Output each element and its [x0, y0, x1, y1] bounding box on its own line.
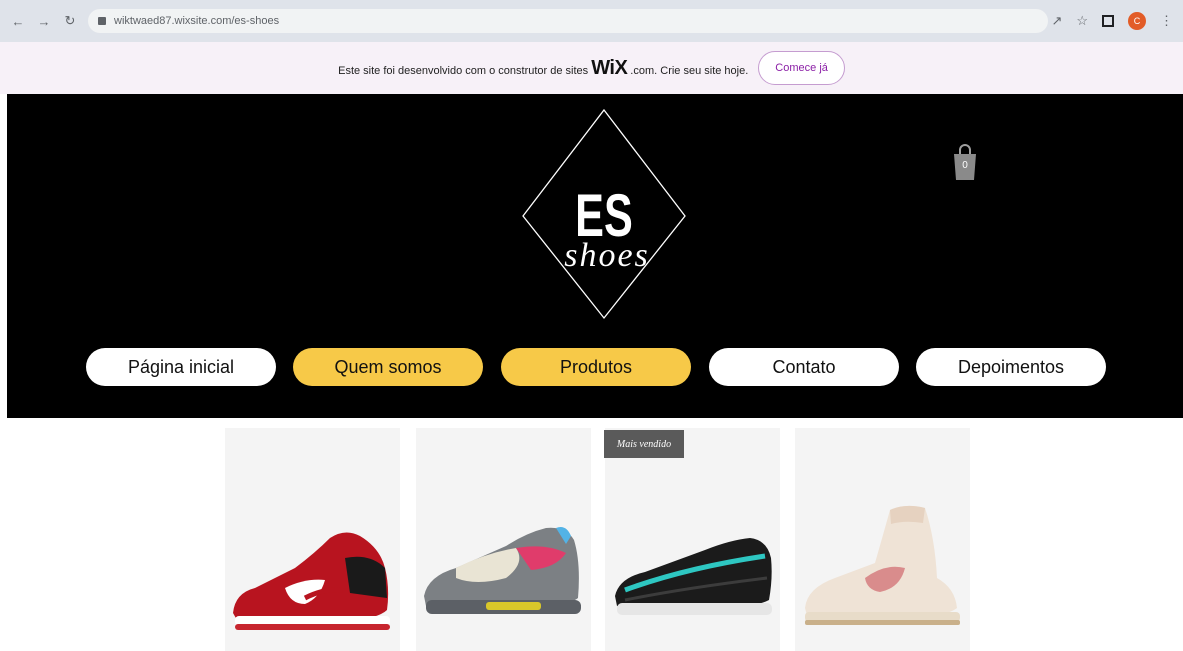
product-card[interactable] — [416, 428, 591, 651]
star-icon[interactable]: ☆ — [1076, 13, 1088, 29]
url-text: wiktwaed87.wixsite.com/es-shoes — [114, 15, 280, 27]
wix-logo[interactable]: WiX — [591, 57, 628, 80]
menu-icon[interactable]: ⋮ — [1160, 13, 1173, 29]
wix-banner-text: Este site foi desenvolvido com o constru… — [338, 56, 749, 80]
nav-item-depoimentos[interactable]: Depoimentos — [916, 348, 1106, 386]
best-seller-badge: Mais vendido — [604, 430, 684, 458]
main-nav: Página inicial Quem somos Produtos Conta… — [7, 348, 1183, 386]
product-image — [805, 505, 960, 625]
back-icon[interactable]: ← — [8, 11, 28, 31]
product-card[interactable] — [795, 428, 970, 651]
start-now-button[interactable]: Comece já — [758, 51, 845, 85]
reload-icon[interactable]: ↻ — [60, 11, 80, 31]
lock-icon — [98, 17, 106, 25]
site-logo[interactable]: ES shoes — [519, 108, 689, 320]
nav-item-contato[interactable]: Contato — [709, 348, 899, 386]
product-card[interactable] — [605, 428, 780, 651]
profile-avatar[interactable]: C — [1128, 12, 1146, 30]
nav-item-quem-somos[interactable]: Quem somos — [293, 348, 483, 386]
product-image — [424, 527, 581, 614]
cart-count: 0 — [962, 160, 968, 171]
browser-actions: ↗ ☆ C ⋮ — [1051, 0, 1183, 42]
nav-item-produtos[interactable]: Produtos — [501, 348, 691, 386]
logo-script-text: shoes — [564, 237, 650, 274]
cart-button[interactable]: 0 — [950, 142, 980, 182]
extension-icon[interactable] — [1102, 15, 1114, 27]
nav-item-pagina-inicial[interactable]: Página inicial — [86, 348, 276, 386]
share-icon[interactable]: ↗ — [1051, 13, 1062, 29]
forward-icon[interactable]: → — [34, 11, 54, 31]
wix-banner: Este site foi desenvolvido com o constru… — [0, 42, 1183, 94]
product-image — [233, 532, 390, 630]
product-image — [615, 538, 772, 615]
address-bar[interactable]: wiktwaed87.wixsite.com/es-shoes — [88, 9, 1048, 33]
product-card[interactable] — [225, 428, 400, 651]
